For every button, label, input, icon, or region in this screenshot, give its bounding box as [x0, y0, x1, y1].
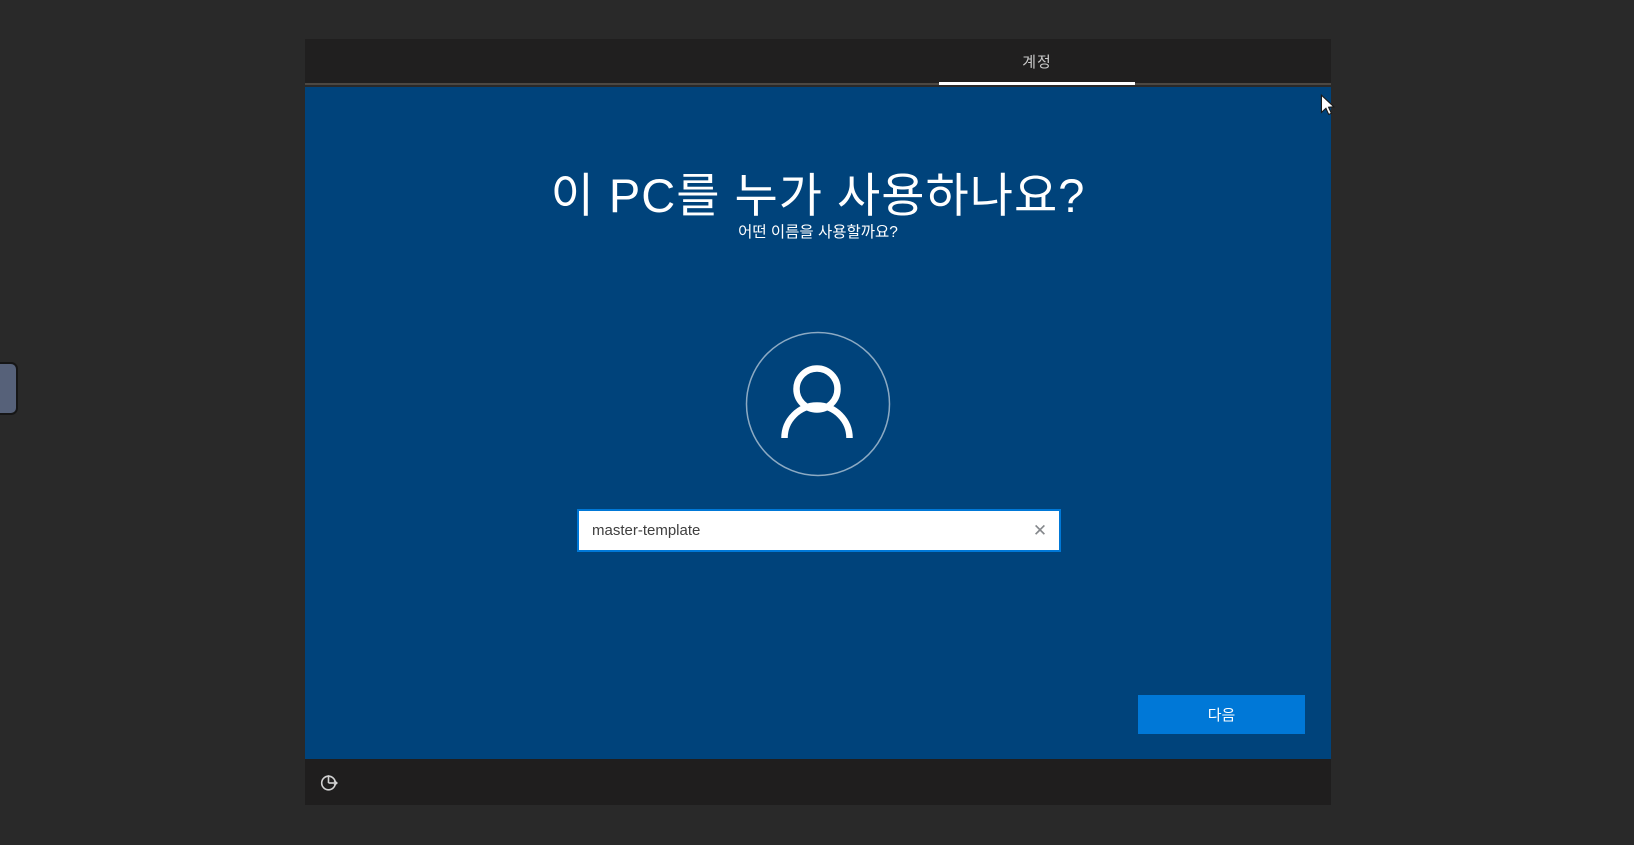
clear-input-button[interactable]: ✕ — [1025, 516, 1055, 546]
oobe-setup-window: 계정 이 PC를 누가 사용하나요? 어떤 이름을 사용할까요? ✕ 다음 — [305, 39, 1331, 805]
header-bar: 계정 — [305, 39, 1331, 85]
tab-indicator — [939, 82, 1135, 85]
desktop-background: { "header": { "tab_label": "계정" }, "main… — [0, 0, 1634, 845]
username-input[interactable] — [577, 509, 1061, 552]
ease-of-access-icon — [320, 775, 338, 791]
clear-icon: ✕ — [1032, 520, 1048, 540]
left-edge-widget[interactable] — [0, 362, 18, 415]
avatar — [743, 329, 893, 479]
next-button[interactable]: 다음 — [1138, 695, 1305, 734]
page-title: 이 PC를 누가 사용하나요? — [550, 169, 1086, 222]
user-icon — [745, 331, 891, 477]
ease-of-access-button[interactable] — [315, 768, 343, 796]
tab-account-label: 계정 — [1022, 53, 1052, 71]
content-panel: 이 PC를 누가 사용하나요? 어떤 이름을 사용할까요? ✕ 다음 — [305, 87, 1331, 759]
tab-account[interactable]: 계정 — [939, 39, 1135, 85]
username-field-container: ✕ — [577, 509, 1061, 552]
footer-bar — [305, 759, 1331, 805]
page-subtitle: 어떤 이름을 사용할까요? — [738, 224, 898, 241]
